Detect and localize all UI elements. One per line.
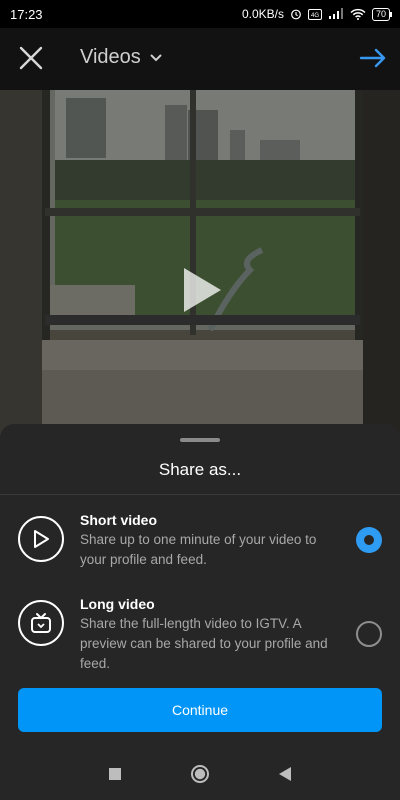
option-title: Long video [80,596,155,612]
signal-icon [328,8,344,20]
top-bar: Videos [0,28,400,90]
sheet-title: Share as... [158,460,242,479]
recents-icon [109,768,121,780]
next-button[interactable] [358,43,388,73]
continue-button[interactable]: Continue [18,688,382,732]
battery-level: 70 [375,8,386,19]
network-speed: 0.0KB/s [241,7,284,21]
option-short-video[interactable]: Short video Share up to one minute of yo… [0,512,400,586]
radio-unselected[interactable] [356,621,382,647]
status-bar: 17:23 0.0KB/s 4G 70 [0,0,400,28]
page-title: Videos [80,46,141,68]
play-circle-icon [18,516,64,562]
alarm-icon [290,8,302,20]
divider [0,494,400,495]
status-time: 17:23 [10,6,43,22]
radio-dot [364,535,374,545]
option-title: Short video [80,512,158,528]
radio-selected[interactable] [356,527,382,553]
media-type-dropdown[interactable]: Videos [80,46,163,69]
close-icon [19,46,43,70]
back-icon [279,767,291,781]
video-preview[interactable] [0,90,400,450]
share-as-sheet: Share as... Short video Share up to one … [0,424,400,748]
battery-icon: 70 [371,7,393,21]
system-nav-bar [0,748,400,800]
status-icons: 0.0KB/s 4G 70 [241,7,393,21]
home-icon [191,765,209,783]
igtv-icon [18,600,64,646]
back-button[interactable] [270,759,300,789]
wifi-icon [350,8,366,20]
option-description: Share up to one minute of your video to … [80,532,317,567]
close-button[interactable] [16,43,46,73]
arrow-right-icon [359,48,386,68]
svg-text:4G: 4G [311,13,319,19]
option-long-video[interactable]: Long video Share the full-length video t… [0,596,400,671]
recents-button[interactable] [100,759,130,789]
play-icon [184,268,221,312]
sheet-handle[interactable] [180,438,220,442]
option-description: Share the full-length video to IGTV. A p… [80,616,328,671]
home-button[interactable] [185,759,215,789]
volte-icon: 4G [307,8,322,20]
play-button[interactable] [180,265,224,315]
chevron-down-icon [150,53,162,61]
